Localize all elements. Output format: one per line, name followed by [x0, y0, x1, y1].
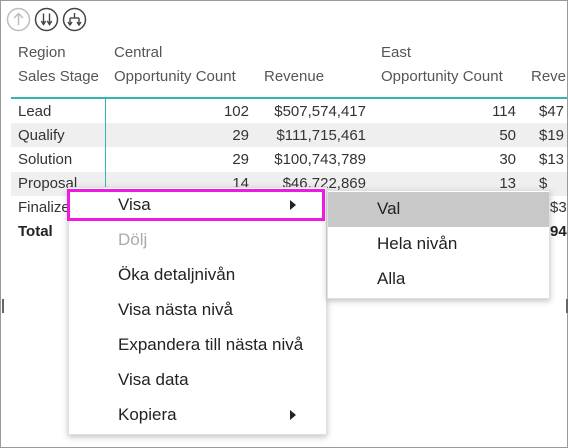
- submenu-item-alla[interactable]: Alla: [328, 262, 549, 297]
- col-header-east-count[interactable]: Opportunity Count: [381, 68, 503, 85]
- menu-item-dolj: Dölj: [69, 223, 326, 258]
- row-label-lead[interactable]: Lead: [18, 103, 51, 120]
- menu-item-label: Visa data: [118, 370, 189, 389]
- chevron-right-icon: [290, 200, 296, 210]
- submenu-item-val[interactable]: Val: [328, 192, 549, 227]
- table-cell[interactable]: $3: [550, 199, 567, 216]
- col-header-central-count[interactable]: Opportunity Count: [114, 68, 236, 85]
- table-cell[interactable]: $100,743,789: [256, 151, 366, 168]
- menu-item-expand-next-level[interactable]: Expandera till nästa nivå: [69, 328, 326, 363]
- submenu-item-hela-nivan[interactable]: Hela nivån: [328, 227, 549, 262]
- submenu-item-label: Hela nivån: [377, 234, 458, 253]
- submenu: Val Hela nivån Alla: [327, 190, 550, 299]
- row-header-region: Region: [18, 44, 66, 61]
- row-label-finalize[interactable]: Finalize: [18, 199, 70, 216]
- col-header-central-revenue[interactable]: Revenue: [264, 68, 324, 85]
- submenu-item-label: Alla: [377, 269, 406, 288]
- row-header-sales-stage: Sales Stage: [18, 68, 99, 85]
- table-cell[interactable]: $507,574,417: [256, 103, 366, 120]
- menu-item-drill-down[interactable]: Öka detaljnivån: [69, 258, 326, 293]
- drill-up-icon[interactable]: [6, 7, 31, 32]
- row-label-total: Total: [18, 223, 53, 240]
- table-cell[interactable]: 50: [441, 127, 516, 144]
- visual-frame: Region Sales Stage Central East Opportun…: [0, 0, 568, 448]
- row-label-qualify[interactable]: Qualify: [18, 127, 65, 144]
- col-header-east-revenue[interactable]: Rever: [531, 68, 567, 85]
- group-header-central: Central: [114, 44, 163, 61]
- drill-down-icon[interactable]: [34, 7, 59, 32]
- menu-item-label: Visa nästa nivå: [118, 300, 233, 319]
- menu-item-label: Kopiera: [118, 405, 177, 424]
- menu-item-label: Visa: [118, 195, 151, 214]
- table-cell[interactable]: $111,715,461: [256, 127, 366, 144]
- context-menu: Visa Dölj Öka detaljnivån Visa nästa niv…: [68, 187, 327, 435]
- menu-item-copy[interactable]: Kopiera: [69, 398, 326, 433]
- menu-item-label: Öka detaljnivån: [118, 265, 236, 284]
- resize-handle-left[interactable]: [2, 299, 4, 313]
- table-cell[interactable]: 29: [181, 151, 249, 168]
- table-cell[interactable]: $19: [539, 127, 564, 144]
- table-cell[interactable]: $13: [539, 151, 564, 168]
- chevron-right-icon: [290, 410, 296, 420]
- menu-item-visa[interactable]: Visa: [69, 188, 326, 223]
- table-cell[interactable]: 114: [441, 103, 516, 120]
- table-cell[interactable]: 30: [441, 151, 516, 168]
- row-label-solution[interactable]: Solution: [18, 151, 72, 168]
- table-cell[interactable]: $47: [539, 103, 564, 120]
- table-cell[interactable]: 29: [181, 127, 249, 144]
- menu-item-label: Expandera till nästa nivå: [118, 335, 304, 354]
- menu-item-next-level[interactable]: Visa nästa nivå: [69, 293, 326, 328]
- group-header-east: East: [381, 44, 412, 61]
- submenu-item-label: Val: [377, 199, 401, 218]
- expand-level-icon[interactable]: [62, 7, 87, 32]
- table-cell[interactable]: 102: [181, 103, 249, 120]
- header-rule: [11, 97, 567, 99]
- table-cell-total: 94: [550, 223, 567, 240]
- drill-toolbar: [6, 7, 87, 32]
- menu-item-label: Dölj: [118, 230, 148, 249]
- menu-item-show-data[interactable]: Visa data: [69, 363, 326, 398]
